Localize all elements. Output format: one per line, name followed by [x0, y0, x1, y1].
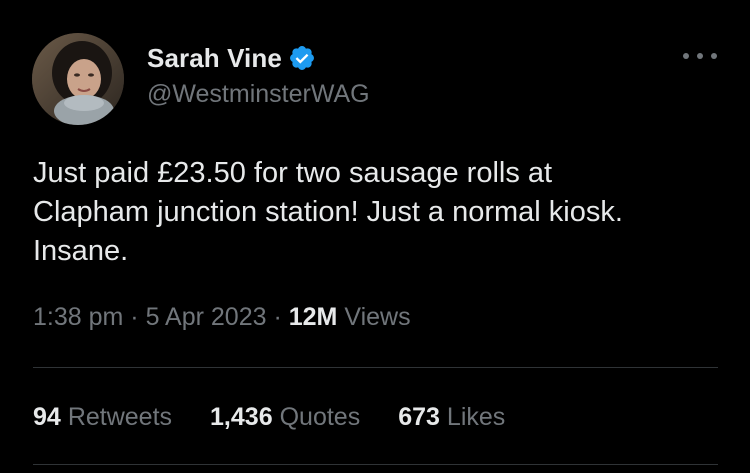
quotes-stat[interactable]: 1,436 Quotes [210, 400, 360, 434]
tweet-text-line: Clapham junction station! Just a normal … [33, 196, 623, 228]
tweet-text: Just paid £23.50 for two sausage rolls a… [33, 154, 723, 271]
divider [33, 464, 718, 465]
views-count: 12M [288, 303, 338, 331]
engagement-stats: 94 Retweets 1,436 Quotes 673 Likes [33, 400, 543, 434]
divider [33, 367, 718, 368]
display-name[interactable]: Sarah Vine [147, 43, 282, 74]
views-label: Views [344, 303, 411, 331]
more-dot-icon [697, 53, 703, 59]
tweet-text-line: Insane. [33, 235, 129, 267]
verified-badge-icon [289, 46, 314, 70]
author-name-row[interactable]: Sarah Vine [147, 40, 316, 76]
tweet-date: 5 Apr 2023 [145, 303, 267, 331]
avatar-photo-icon [32, 33, 124, 125]
tweet-time-link[interactable]: 1:38 pm · 5 Apr 2023 [33, 303, 267, 331]
views-link[interactable]: 12M Views [289, 303, 411, 331]
likes-label: Likes [446, 403, 506, 431]
tweet-text-line: Just paid £23.50 for two sausage rolls a… [33, 157, 553, 189]
more-dot-icon [683, 53, 689, 59]
meta-separator: · [130, 303, 139, 331]
tweet-detail: Sarah Vine @WestminsterWAG Just paid £23… [0, 0, 750, 473]
tweet-metadata: 1:38 pm · 5 Apr 2023 · 12M Views [33, 301, 411, 333]
likes-count: 673 [398, 403, 440, 431]
quotes-label: Quotes [279, 403, 361, 431]
author-handle[interactable]: @WestminsterWAG [147, 80, 370, 109]
retweets-stat[interactable]: 94 Retweets [33, 400, 172, 434]
tweet-time: 1:38 pm [33, 303, 124, 331]
quotes-count: 1,436 [210, 403, 273, 431]
retweets-count: 94 [33, 403, 61, 431]
likes-stat[interactable]: 673 Likes [398, 400, 505, 434]
more-horizontal-icon[interactable] [683, 46, 717, 66]
avatar[interactable] [32, 33, 124, 125]
more-dot-icon [711, 53, 717, 59]
meta-separator: · [273, 303, 282, 331]
retweets-label: Retweets [67, 403, 173, 431]
